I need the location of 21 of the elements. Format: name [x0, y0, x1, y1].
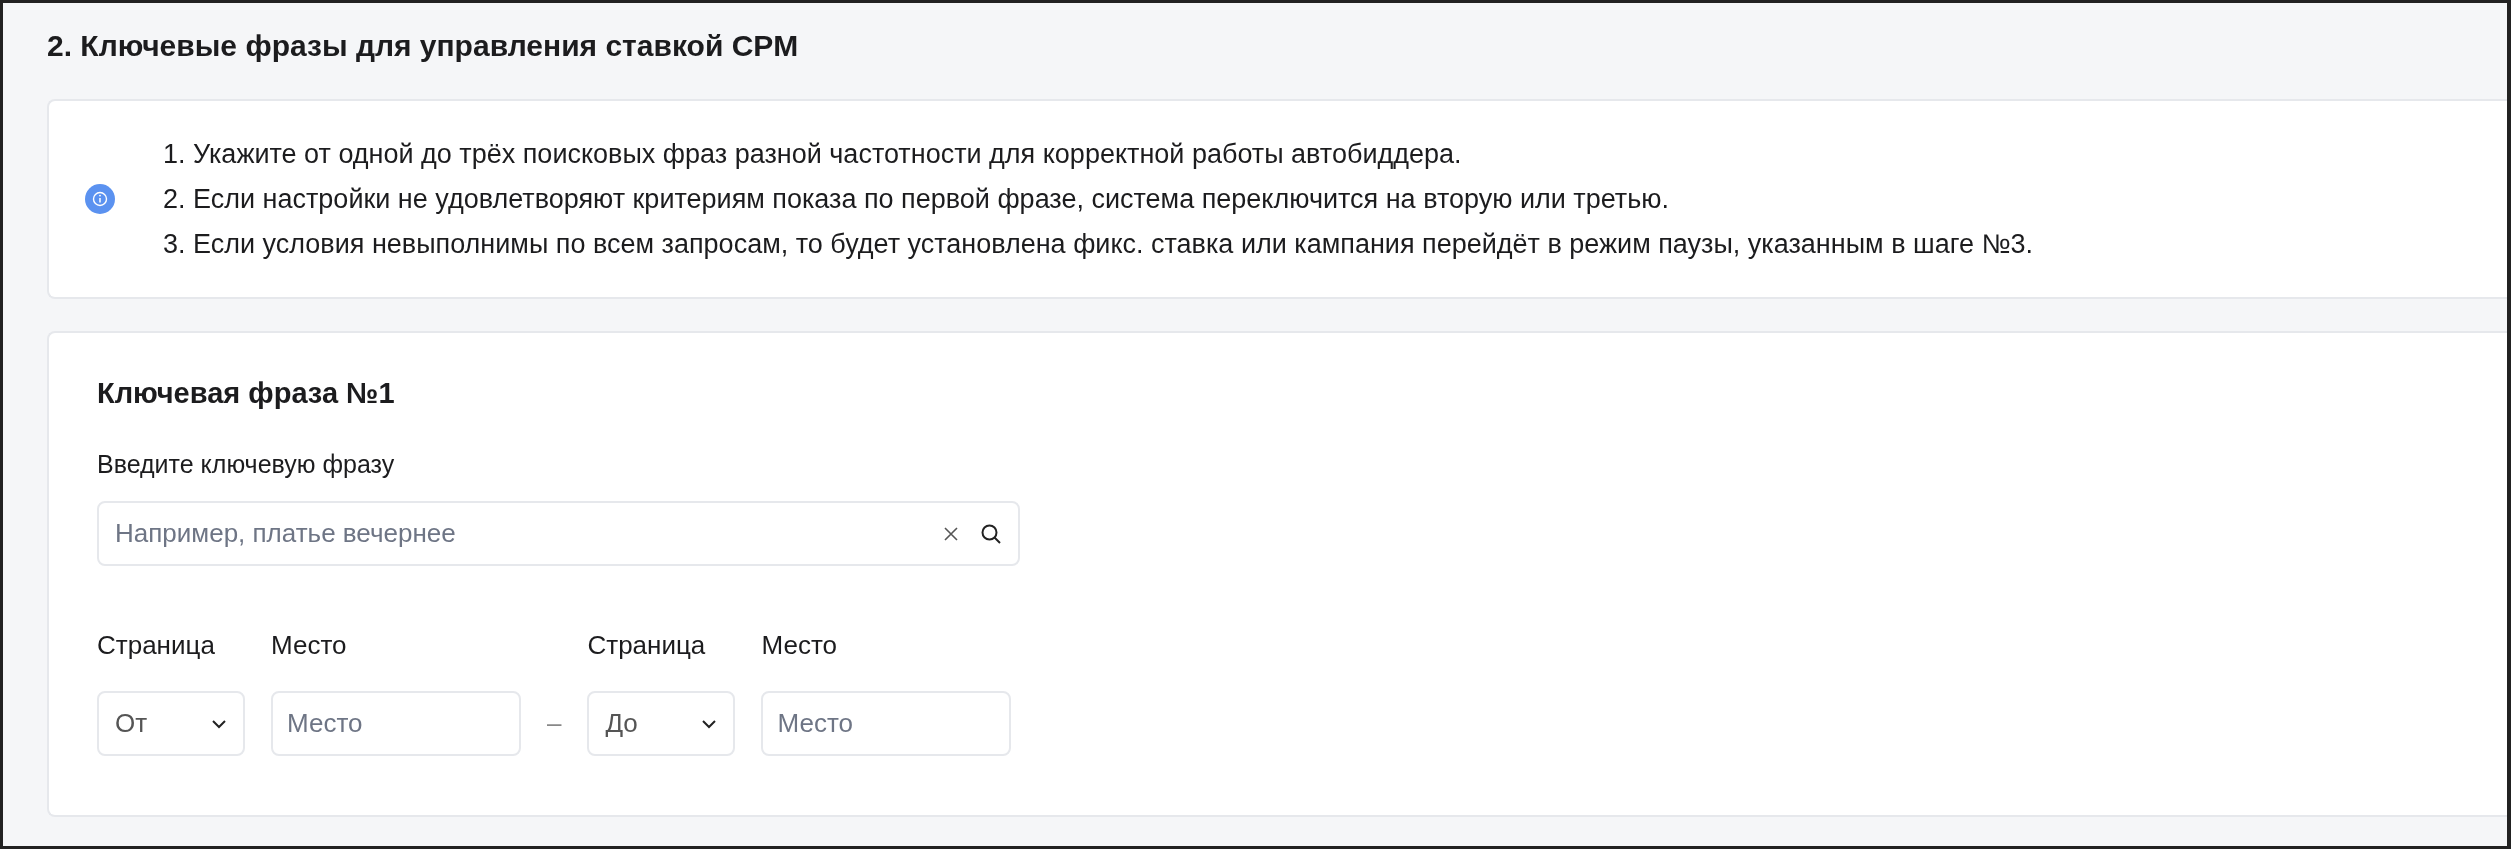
info-text: 3. Если условия невыполнимы по всем запросам, то будет установлена фикс. ставка или кампания перейдёт в режим паузы, указанным в шаге №3.: [163, 227, 2033, 261]
close-icon[interactable]: [942, 524, 960, 543]
search-icon[interactable]: [980, 522, 1002, 545]
page-label: Страница: [587, 630, 707, 661]
page-label: Страница: [97, 630, 216, 661]
place-label: Место: [271, 630, 348, 661]
place-label: Место: [761, 630, 838, 661]
chevron-down-icon: [701, 718, 718, 729]
info-icon: [85, 184, 115, 214]
page-select[interactable]: До: [587, 691, 736, 756]
place-input[interactable]: Место: [271, 691, 521, 756]
info-text: 1. Укажите от одной до трёх поисковых фраз разной частотности для корректной работы автобиддера.: [163, 137, 1463, 171]
range-dash: –: [547, 707, 562, 740]
page-select[interactable]: От: [97, 691, 245, 756]
place-input[interactable]: Место: [761, 691, 1012, 756]
section-title: 2. Ключевые фразы для управления ставкой CPM: [47, 29, 800, 64]
chevron-down-icon: [211, 718, 227, 729]
search-field[interactable]: Например, платье вечернее: [97, 501, 1020, 566]
field-label: Введите ключевую фразу: [97, 450, 396, 479]
phrase-title: Ключевая фраза №1: [97, 377, 396, 410]
info-text: 2. Если настройки не удовлетворяют критериям показа по первой фразе, система переключится на вторую или третью.: [163, 182, 1671, 216]
